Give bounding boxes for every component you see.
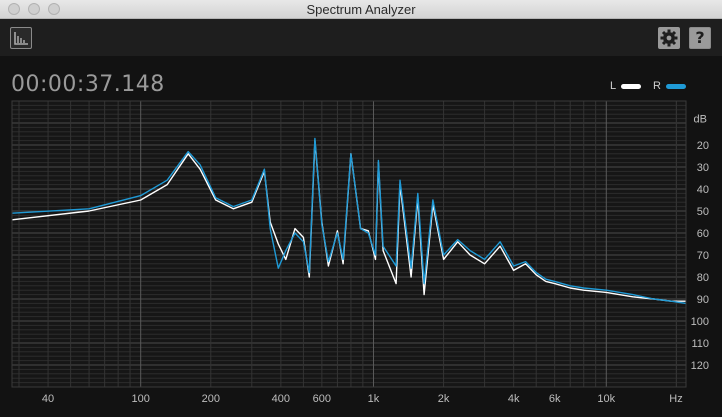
x-tick-label: 10k — [597, 393, 615, 405]
y-tick-label: 50 — [697, 206, 709, 218]
y-tick-label: 120 — [691, 360, 709, 372]
x-tick-label: 40 — [42, 393, 54, 405]
x-tick-label: 4k — [508, 393, 520, 405]
y-tick-label: 110 — [691, 338, 709, 350]
plot-background — [12, 101, 686, 387]
y-tick-label: 60 — [697, 228, 709, 240]
x-tick-label: 200 — [202, 393, 220, 405]
y-unit-label: dB — [694, 114, 707, 126]
x-tick-label: 1k — [368, 393, 380, 405]
x-tick-label: 2k — [438, 393, 450, 405]
x-tick-label: 6k — [549, 393, 561, 405]
x-unit-label: Hz — [669, 393, 682, 405]
spectrum-plot[interactable]: 20 30 40 50 60 70 80 90 100 110 120 dB 40 100 200 400 60… — [0, 0, 722, 417]
x-tick-label: 100 — [132, 393, 150, 405]
y-tick-label: 80 — [697, 272, 709, 284]
x-tick-label: 400 — [272, 393, 290, 405]
y-tick-label: 90 — [697, 294, 709, 306]
y-tick-label: 70 — [697, 250, 709, 262]
x-tick-label: 600 — [313, 393, 331, 405]
y-tick-label: 20 — [697, 140, 709, 152]
y-tick-label: 100 — [691, 316, 709, 328]
y-tick-label: 30 — [697, 162, 709, 174]
y-tick-label: 40 — [697, 184, 709, 196]
